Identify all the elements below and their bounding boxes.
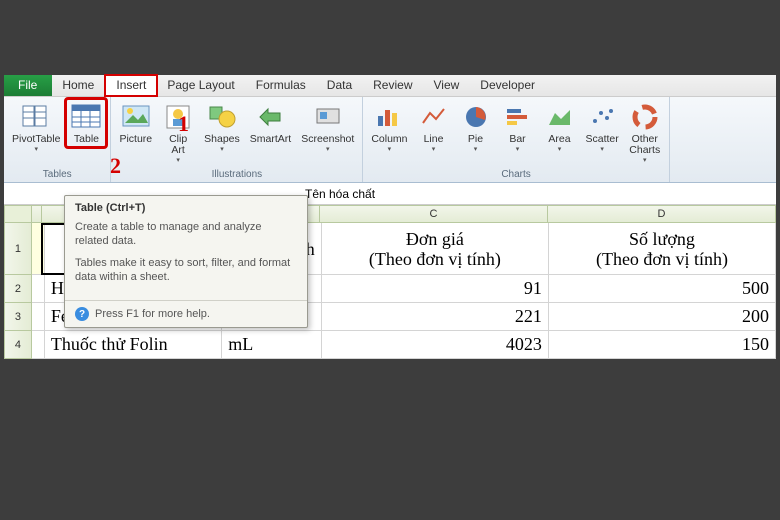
ribbon-tabs: File Home Insert Page Layout Formulas Da… [4, 75, 776, 97]
group-charts: Column▾ Line▾ Pie▾ Bar▾ Area▾ [363, 97, 669, 182]
table-tooltip: Table (Ctrl+T) Create a table to manage … [64, 195, 308, 328]
scatter-chart-button[interactable]: Scatter▾ [582, 99, 623, 155]
column-chart-icon [373, 101, 405, 133]
row-header-1[interactable]: 1 [4, 223, 32, 275]
other-charts-icon [629, 101, 661, 133]
picture-button[interactable]: Picture [115, 99, 156, 147]
screenshot-button[interactable]: Screenshot▾ [297, 99, 358, 155]
tab-developer[interactable]: Developer [470, 75, 546, 96]
formula-bar-value: Tên hóa chất [299, 187, 375, 201]
tab-formulas[interactable]: Formulas [246, 75, 317, 96]
pivot-table-button[interactable]: PivotTable▾ [8, 99, 64, 155]
table-row: 4 Thuốc thử Folin mL 4023 150 [4, 331, 776, 359]
shapes-icon [206, 101, 238, 133]
smartart-button[interactable]: SmartArt [246, 99, 295, 147]
group-illustrations: Picture Clip Art▾ Shapes▾ [111, 97, 363, 182]
tooltip-title: Table (Ctrl+T) [65, 196, 307, 218]
tab-view[interactable]: View [424, 75, 471, 96]
picture-icon [120, 101, 152, 133]
shapes-button[interactable]: Shapes▾ [200, 99, 244, 155]
pie-chart-button[interactable]: Pie▾ [456, 99, 496, 155]
tab-page-layout[interactable]: Page Layout [157, 75, 245, 96]
bar-chart-icon [502, 101, 534, 133]
clipart-button[interactable]: Clip Art▾ [158, 99, 198, 166]
other-charts-button[interactable]: Other Charts▾ [625, 99, 665, 166]
pie-chart-icon [460, 101, 492, 133]
help-icon: ? [75, 307, 89, 321]
col-header-D[interactable]: D [548, 205, 776, 223]
col-header-C[interactable]: C [320, 205, 548, 223]
scatter-chart-icon [586, 101, 618, 133]
select-all-corner[interactable] [4, 205, 32, 223]
tab-review[interactable]: Review [363, 75, 423, 96]
area-chart-button[interactable]: Area▾ [540, 99, 580, 155]
excel-window: File Home Insert Page Layout Formulas Da… [4, 75, 776, 359]
column-chart-button[interactable]: Column▾ [367, 99, 411, 155]
ribbon: PivotTable▾ Table Tables Picture [4, 97, 776, 183]
tab-data[interactable]: Data [317, 75, 363, 96]
line-chart-icon [418, 101, 450, 133]
pivot-table-icon [20, 101, 52, 133]
clipart-icon [162, 101, 194, 133]
tab-file[interactable]: File [4, 75, 52, 96]
table-icon [70, 101, 102, 133]
line-chart-button[interactable]: Line▾ [414, 99, 454, 155]
area-chart-icon [544, 101, 576, 133]
bar-chart-button[interactable]: Bar▾ [498, 99, 538, 155]
tab-insert[interactable]: Insert [105, 75, 157, 96]
smartart-icon [254, 101, 286, 133]
screenshot-icon [312, 101, 344, 133]
table-button[interactable]: Table [66, 99, 106, 147]
group-tables: PivotTable▾ Table Tables [4, 97, 111, 182]
tab-home[interactable]: Home [52, 75, 105, 96]
